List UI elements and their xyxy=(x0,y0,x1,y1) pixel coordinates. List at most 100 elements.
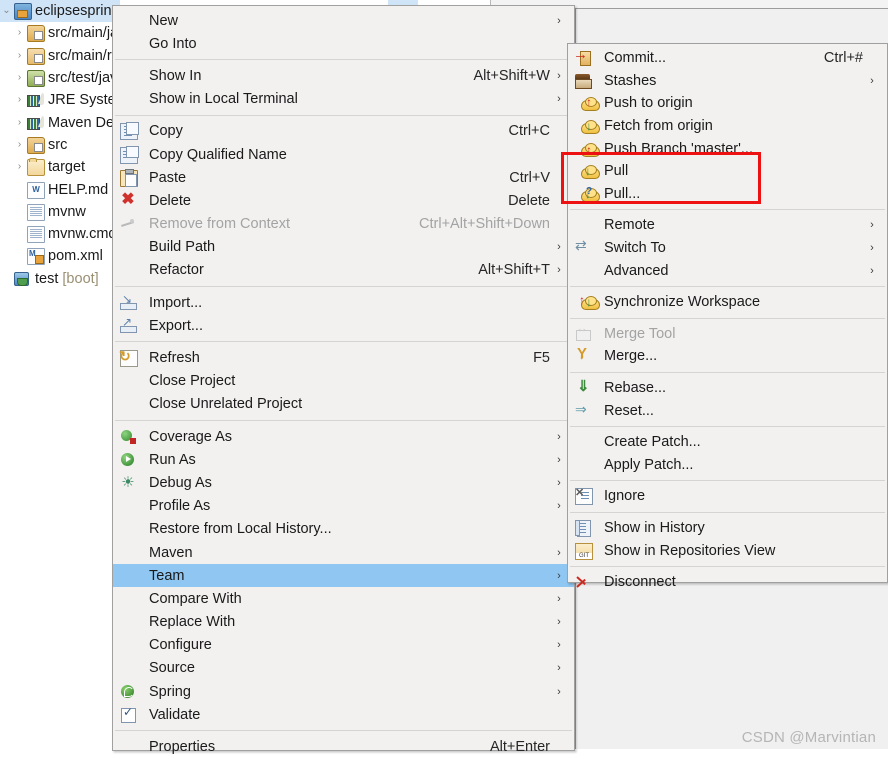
direction-arrow: ↑ xyxy=(579,293,585,308)
java-project-icon xyxy=(13,3,32,21)
menu-item-delete[interactable]: ✖DeleteDelete› xyxy=(113,189,574,212)
menu-separator xyxy=(570,511,885,513)
menu-item-show-in-repositories-view[interactable]: Show in Repositories View› xyxy=(568,539,887,562)
menu-separator xyxy=(570,209,885,211)
menu-item-profile-as[interactable]: Profile As › xyxy=(113,495,574,518)
menu-item-source[interactable]: Source › xyxy=(113,657,574,680)
menu-item-paste[interactable]: PasteCtrl+V› xyxy=(113,166,574,189)
menu-item-icon-slot xyxy=(113,738,143,756)
chevron-right-icon[interactable]: › xyxy=(13,28,26,38)
menu-item-validate[interactable]: Validate› xyxy=(113,703,574,726)
menu-item-reset[interactable]: Reset...› xyxy=(568,399,887,422)
menu-item-replace-with[interactable]: Replace With › xyxy=(113,611,574,634)
tree-item-help-md[interactable]: W HELP.md xyxy=(0,178,120,200)
menu-item-merge[interactable]: Merge...› xyxy=(568,345,887,368)
chevron-right-icon[interactable]: › xyxy=(13,73,26,83)
tree-item-src-main-java[interactable]: › src/main/java xyxy=(0,22,120,44)
menu-item-compare-with[interactable]: Compare With › xyxy=(113,587,574,610)
chevron-right-icon[interactable]: › xyxy=(13,50,26,61)
chevron-right-icon[interactable]: › xyxy=(13,162,26,172)
tree-item-src-main-resources[interactable]: › src/main/resources xyxy=(0,45,120,67)
menu-item-build-path[interactable]: Build Path › xyxy=(113,236,574,259)
menu-item-refactor[interactable]: Refactor Alt+Shift+T › xyxy=(113,259,574,282)
menu-item-show-in-history[interactable]: Show in History› xyxy=(568,517,887,540)
menu-item-icon-slot xyxy=(568,262,598,280)
eclipse-workbench: ➤ ⌄eclipsespring›src/main/java›src/main/… xyxy=(0,0,888,756)
menu-item-pull[interactable]: ↓?Pull...› xyxy=(568,183,887,206)
menu-item-rebase[interactable]: Rebase...› xyxy=(568,377,887,400)
menu-item-close-unrelated-project[interactable]: Close Unrelated Project› xyxy=(113,393,574,416)
library-icon xyxy=(26,92,44,108)
package-explorer-tree[interactable]: ⌄ eclipsespring › src/main/java › src/main/re… xyxy=(0,0,120,300)
menu-item-new[interactable]: New › xyxy=(113,9,574,32)
fetch-icon: ↓ xyxy=(568,117,600,135)
menu-item-label: Advanced xyxy=(604,262,669,279)
tree-item-mvnw[interactable]: mvnw xyxy=(0,201,120,223)
tree-item-jre-system-library[interactable]: › JRE System Library xyxy=(0,89,120,111)
source-folder-resources-icon-glyph xyxy=(27,47,45,65)
submenu-chevron-right-icon: › xyxy=(557,569,561,582)
history-icon xyxy=(568,519,598,537)
menu-item-restore-from-local-history[interactable]: Restore from Local History...› xyxy=(113,518,574,541)
menu-item-configure[interactable]: Configure › xyxy=(113,634,574,657)
merge-glyph xyxy=(575,345,591,363)
menu-item-copy[interactable]: CopyCtrl+C› xyxy=(113,120,574,143)
menu-item-push-branch-master-[interactable]: ↑Push Branch 'master'...› xyxy=(568,137,887,160)
menu-item-show-in-local-terminal[interactable]: Show in Local Terminal › xyxy=(113,88,574,111)
menu-item-remote[interactable]: Remote › xyxy=(568,214,887,237)
import-icon xyxy=(113,292,143,312)
coverage-icon xyxy=(113,428,143,446)
menu-item-stashes[interactable]: Stashes › xyxy=(568,70,887,93)
menu-item-copy-qualified-name[interactable]: Copy Qualified Name› xyxy=(113,143,574,166)
menu-item-label: Rebase... xyxy=(604,380,667,397)
chevron-down-icon[interactable]: ⌄ xyxy=(0,6,13,16)
menu-item-team[interactable]: Team › xyxy=(113,564,574,588)
source-folder-icon xyxy=(26,136,45,154)
menu-item-refresh[interactable]: RefreshF5› xyxy=(113,346,574,369)
menu-item-run-as[interactable]: Run As › xyxy=(113,448,574,471)
tree-item-pom-xml[interactable]: pom.xml xyxy=(0,245,120,267)
menu-item-maven[interactable]: Maven › xyxy=(113,541,574,564)
menu-item-synchronize-workspace[interactable]: ↑↓Synchronize Workspace› xyxy=(568,291,887,314)
project-context-menu[interactable]: New›Go Into› Show InAlt+Shift+W›Show in L… xyxy=(112,5,575,755)
menu-separator xyxy=(115,341,572,343)
menu-item-fetch-from-origin[interactable]: ↓Fetch from origin› xyxy=(568,115,887,138)
menu-item-create-patch[interactable]: Create Patch...› xyxy=(568,431,887,454)
menu-item-switch-to[interactable]: Switch To › xyxy=(568,237,887,260)
menu-item-advanced[interactable]: Advanced › xyxy=(568,259,887,282)
team-submenu[interactable]: Commit... Ctrl+# › Stashes › ↑ Push to origin ›… xyxy=(567,43,888,590)
tree-item-maven-dependencies[interactable]: › Maven Dependencies xyxy=(0,111,120,133)
menu-item-disconnect[interactable]: Disconnect› xyxy=(568,571,887,594)
menu-item-apply-patch[interactable]: Apply Patch...› xyxy=(568,454,887,477)
tree-item-src[interactable]: › src xyxy=(0,134,120,156)
menu-item-commit[interactable]: Commit...Ctrl+#› xyxy=(568,46,887,70)
menu-item-icon-slot xyxy=(568,216,598,234)
menu-item-export[interactable]: Export...› xyxy=(113,314,574,337)
chevron-right-icon[interactable]: › xyxy=(13,117,26,128)
tree-item-test[interactable]: test [boot] xyxy=(0,268,120,290)
tree-item-target[interactable]: › target xyxy=(0,156,120,178)
submenu-chevron-right-icon: › xyxy=(557,476,561,489)
tree-item-suffix: [boot] xyxy=(62,270,99,287)
menu-item-label: Close Project xyxy=(149,373,236,390)
menu-item-pull[interactable]: ↓Pull› xyxy=(568,160,887,183)
menu-item-show-in[interactable]: Show In Alt+Shift+W › xyxy=(113,64,574,87)
menu-item-ignore[interactable]: Ignore› xyxy=(568,485,887,508)
tree-item-mvnw-cmd[interactable]: mvnw.cmd xyxy=(0,223,120,245)
chevron-right-icon[interactable]: › xyxy=(13,95,26,105)
tree-item-eclipsespring[interactable]: ⌄ eclipsespring xyxy=(0,0,120,23)
tree-item-src-test-java[interactable]: › src/test/java xyxy=(0,67,120,89)
menu-item-properties[interactable]: PropertiesAlt+Enter› xyxy=(113,735,574,758)
menu-item-label: Export... xyxy=(149,317,203,334)
menu-item-spring[interactable]: Spring › xyxy=(113,680,574,703)
source-folder-icon-glyph xyxy=(27,25,45,43)
menu-item-go-into[interactable]: Go Into› xyxy=(113,32,574,55)
menu-item-push-to-origin[interactable]: ↑Push to origin› xyxy=(568,92,887,115)
menu-item-coverage-as[interactable]: Coverage As › xyxy=(113,425,574,448)
ignore-glyph xyxy=(575,486,593,506)
menu-item-close-project[interactable]: Close Project› xyxy=(113,370,574,393)
menu-item-debug-as[interactable]: ☀ Debug As › xyxy=(113,471,574,494)
menu-item-import[interactable]: Import...› xyxy=(113,291,574,314)
chevron-right-icon[interactable]: › xyxy=(13,139,26,150)
menu-item-label: Disconnect xyxy=(604,574,676,591)
